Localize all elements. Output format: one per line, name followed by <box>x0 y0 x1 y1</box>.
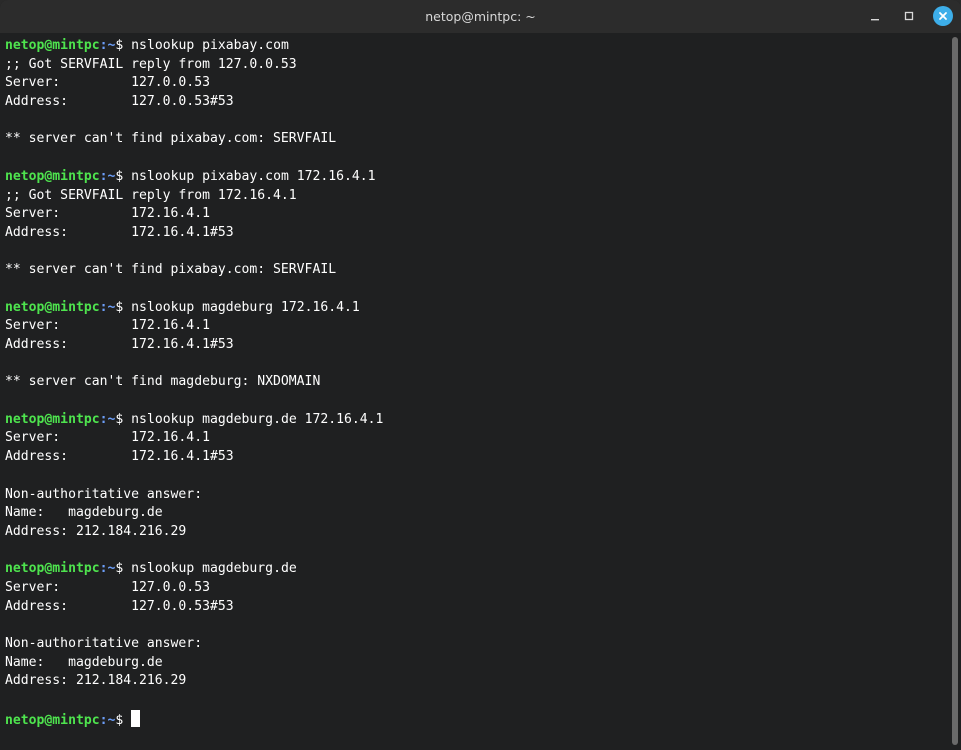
close-button[interactable] <box>933 6 953 26</box>
output-line: Address: 127.0.0.53#53 <box>5 598 234 614</box>
output-line: ** server can't find pixabay.com: SERVFA… <box>5 262 337 278</box>
prompt-symbol: $ <box>115 712 132 728</box>
terminal-output[interactable]: netop@mintpc:~$ nslookup pixabay.com;; G… <box>0 33 948 750</box>
prompt-path: :~ <box>99 38 116 53</box>
prompt-line: netop@mintpc:~$ nslookup pixabay.com 172… <box>5 168 948 187</box>
output-line: Address: 212.184.216.29 <box>5 523 187 539</box>
output-line: Server: 172.16.4.1 <box>5 206 210 222</box>
output-line: Address: 172.16.4.1#53 <box>5 337 234 352</box>
text-cursor <box>131 709 141 727</box>
prompt-symbol: $ <box>115 168 132 184</box>
prompt-user-host: netop@mintpc <box>5 411 100 427</box>
command-text: nslookup pixabay.com 172.16.4.1 <box>131 168 376 184</box>
window-title: netop@mintpc: ~ <box>425 9 536 24</box>
prompt-symbol: $ <box>115 561 132 577</box>
command-text: nslookup magdeburg.de 172.16.4.1 <box>131 411 384 427</box>
prompt-path: :~ <box>99 712 116 728</box>
terminal-window: netop@mintpc: ~ netop@mintpc:~$ nslookup… <box>0 0 961 750</box>
command-text: nslookup magdeburg 172.16.4.1 <box>131 299 360 315</box>
output-line: Non-authoritative answer: <box>5 636 203 651</box>
output-line: Server: 172.16.4.1 <box>5 430 210 446</box>
prompt-line: netop@mintpc:~$ <box>5 709 948 729</box>
output-line: Address: 212.184.216.29 <box>5 673 187 689</box>
minimize-icon <box>871 19 879 21</box>
maximize-button[interactable] <box>899 6 919 26</box>
scrollbar[interactable] <box>952 37 958 745</box>
output-line: ;; Got SERVFAIL reply from 127.0.0.53 <box>5 56 297 72</box>
title-bar[interactable]: netop@mintpc: ~ <box>0 0 961 33</box>
prompt-symbol: $ <box>115 299 132 315</box>
output-line: ;; Got SERVFAIL reply from 172.16.4.1 <box>5 187 297 203</box>
prompt-line: netop@mintpc:~$ nslookup magdeburg 172.1… <box>5 299 948 318</box>
command-text: nslookup pixabay.com <box>131 38 289 53</box>
output-line: Address: 172.16.4.1#53 <box>5 449 234 465</box>
output-line: Non-authoritative answer: <box>5 486 203 502</box>
output-line: ** server can't find magdeburg: NXDOMAIN <box>5 374 321 390</box>
output-line: Server: 172.16.4.1 <box>5 318 210 334</box>
prompt-user-host: netop@mintpc <box>5 168 100 184</box>
window-controls <box>865 6 953 26</box>
output-line: Address: 172.16.4.1#53 <box>5 224 234 240</box>
maximize-icon <box>904 11 914 21</box>
prompt-path: :~ <box>99 299 116 315</box>
prompt-path: :~ <box>99 168 116 184</box>
prompt-symbol: $ <box>115 38 132 53</box>
prompt-user-host: netop@mintpc <box>5 299 100 315</box>
output-line: Address: 127.0.0.53#53 <box>5 94 234 110</box>
minimize-button[interactable] <box>865 6 885 26</box>
prompt-symbol: $ <box>115 411 132 427</box>
prompt-line: netop@mintpc:~$ nslookup magdeburg.de 17… <box>5 411 948 430</box>
prompt-path: :~ <box>99 411 116 427</box>
command-text: nslookup magdeburg.de <box>131 561 297 577</box>
output-line: Name: magdeburg.de <box>5 654 163 670</box>
prompt-line: netop@mintpc:~$ nslookup pixabay.com <box>5 37 948 56</box>
prompt-path: :~ <box>99 561 116 577</box>
prompt-user-host: netop@mintpc <box>5 712 100 728</box>
close-icon <box>939 12 947 20</box>
output-line: Server: 127.0.0.53 <box>5 579 210 595</box>
prompt-line: netop@mintpc:~$ nslookup magdeburg.de <box>5 560 948 579</box>
prompt-user-host: netop@mintpc <box>5 561 100 577</box>
output-line: Server: 127.0.0.53 <box>5 75 210 91</box>
output-line: Name: magdeburg.de <box>5 505 163 521</box>
prompt-user-host: netop@mintpc <box>5 38 100 53</box>
output-line: ** server can't find pixabay.com: SERVFA… <box>5 131 337 147</box>
